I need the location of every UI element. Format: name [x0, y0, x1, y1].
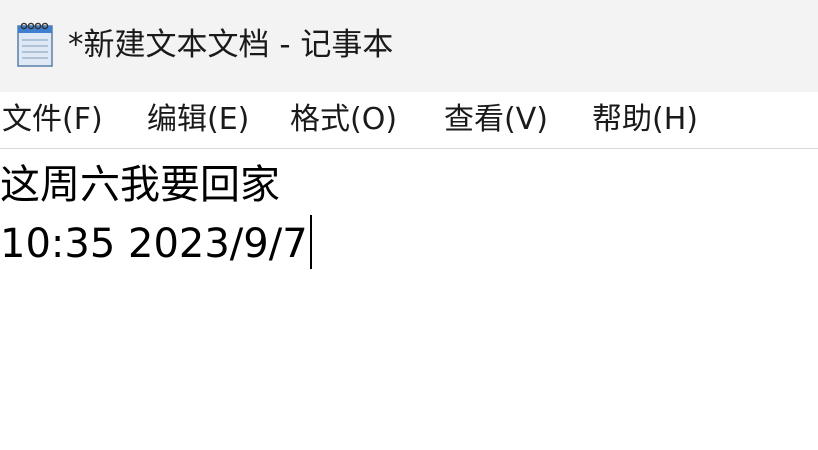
title-bar[interactable]: *新建文本文档 - 记事本 — [0, 0, 818, 92]
editor-line-2-text: 10:35 2023/9/7 — [0, 221, 308, 267]
notepad-window: *新建文本文档 - 记事本 文件(F) 编辑(E) 格式(O) 查看(V) 帮助… — [0, 0, 818, 450]
menu-bar: 文件(F) 编辑(E) 格式(O) 查看(V) 帮助(H) — [0, 92, 818, 149]
notepad-icon[interactable] — [12, 20, 58, 70]
editor-line-2: 10:35 2023/9/7 — [0, 215, 312, 272]
menu-view[interactable]: 查看(V) — [444, 98, 548, 142]
menu-help[interactable]: 帮助(H) — [592, 98, 698, 142]
menu-format[interactable]: 格式(O) — [290, 98, 397, 142]
menu-edit[interactable]: 编辑(E) — [147, 98, 249, 142]
menu-file[interactable]: 文件(F) — [2, 98, 103, 142]
text-editor-area[interactable]: 这周六我要回家 10:35 2023/9/7 — [0, 149, 818, 450]
window-title: *新建文本文档 - 记事本 — [68, 27, 394, 63]
editor-line-1-text: 这周六我要回家 — [0, 162, 280, 208]
editor-line-1: 这周六我要回家 — [0, 157, 280, 213]
text-caret — [309, 215, 312, 269]
